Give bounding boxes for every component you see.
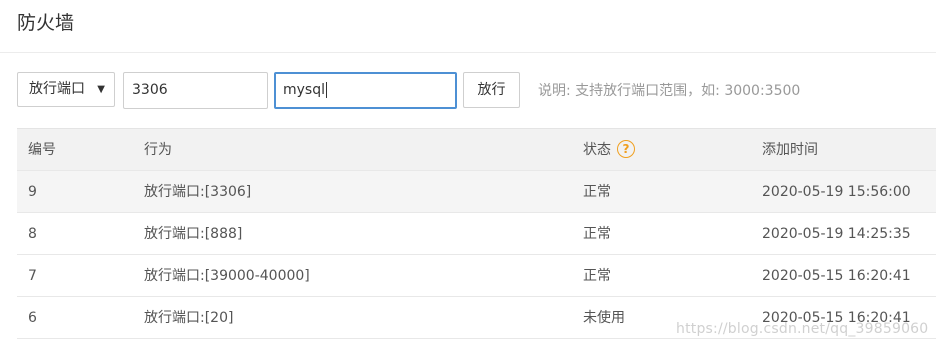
header-status: 状态?	[583, 129, 635, 171]
row-status: 正常	[583, 184, 611, 200]
header-id: 编号	[28, 142, 56, 158]
note-input[interactable]: mysql	[274, 72, 457, 109]
note-input-value: mysql	[283, 82, 325, 98]
header-time: 添加时间	[762, 142, 818, 158]
row-id: 9	[28, 184, 37, 200]
row-id: 6	[28, 310, 37, 326]
page-title: 防火墙	[17, 12, 75, 34]
title-divider	[0, 52, 936, 53]
row-status: 正常	[583, 268, 611, 284]
header-action: 行为	[144, 142, 172, 158]
port-input[interactable]: 3306	[123, 72, 268, 109]
rule-type-select[interactable]: 放行端口 ▼	[17, 72, 115, 107]
table-row: 8 放行端口:[888] 正常 2020-05-19 14:25:35	[17, 213, 936, 255]
hint-text: 说明: 支持放行端口范围，如: 3000:3500	[538, 83, 801, 99]
allow-button[interactable]: 放行	[463, 72, 520, 108]
row-id: 8	[28, 226, 37, 242]
table-header-row: 编号 行为 状态? 添加时间	[17, 129, 936, 171]
row-action: 放行端口:[39000-40000]	[144, 268, 310, 284]
row-status: 正常	[583, 226, 611, 242]
header-status-label: 状态	[583, 142, 611, 158]
watermark: https://blog.csdn.net/qq_39859060	[676, 321, 929, 337]
table-row: 9 放行端口:[3306] 正常 2020-05-19 15:56:00	[17, 171, 936, 213]
row-action: 放行端口:[888]	[144, 226, 243, 242]
port-input-value: 3306	[132, 82, 168, 98]
caret-down-icon: ▼	[97, 84, 105, 95]
firewall-table: 编号 行为 状态? 添加时间 9 放行端口:[3306] 正常 2020-05-…	[17, 128, 936, 339]
row-action: 放行端口:[20]	[144, 310, 234, 326]
text-cursor	[326, 82, 327, 98]
row-time: 2020-05-19 15:56:00	[762, 184, 911, 200]
table-row: 7 放行端口:[39000-40000] 正常 2020-05-15 16:20…	[17, 255, 936, 297]
row-action: 放行端口:[3306]	[144, 184, 252, 200]
question-circle-icon[interactable]: ?	[617, 140, 635, 158]
row-time: 2020-05-15 16:20:41	[762, 268, 911, 284]
row-id: 7	[28, 268, 37, 284]
rule-type-select-value: 放行端口	[29, 81, 85, 97]
row-time: 2020-05-19 14:25:35	[762, 226, 911, 242]
row-status: 未使用	[583, 310, 625, 326]
